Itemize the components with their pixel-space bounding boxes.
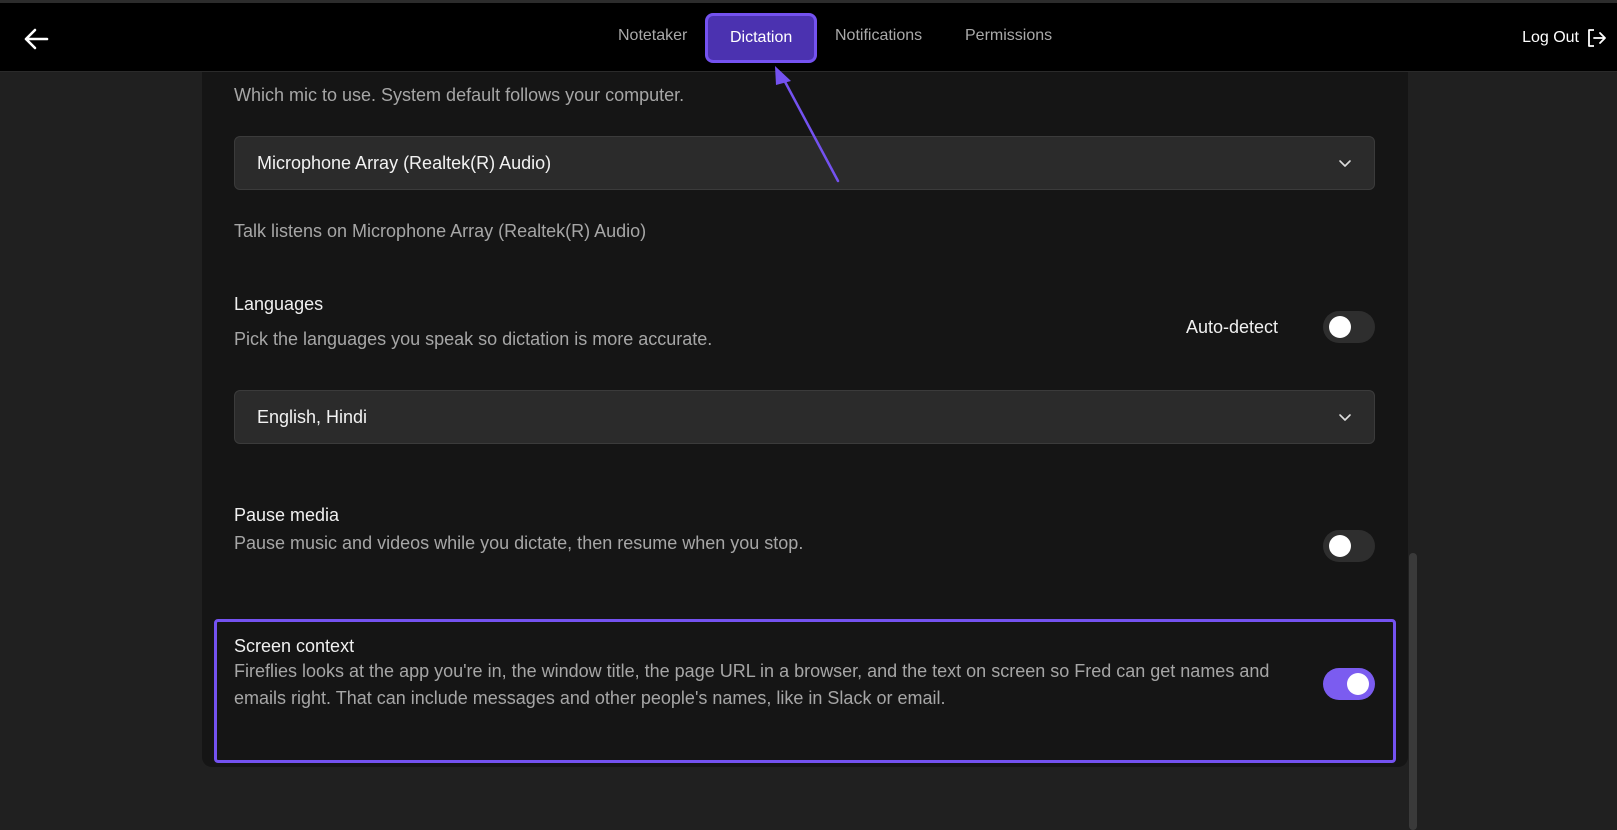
logout-label: Log Out xyxy=(1522,29,1579,46)
languages-title: Languages xyxy=(234,294,324,314)
languages-selected-value: English, Hindi xyxy=(257,406,368,427)
microphone-status-text: Talk listens on Microphone Array (Realte… xyxy=(234,221,647,241)
pause-media-description: Pause music and videos while you dictate… xyxy=(234,533,804,553)
logout-button[interactable]: Log Out xyxy=(1522,27,1607,49)
microphone-select[interactable]: Microphone Array (Realtek(R) Audio) xyxy=(234,136,1375,190)
pause-media-title: Pause media xyxy=(234,505,340,525)
tab-dictation[interactable]: Dictation xyxy=(708,16,815,60)
settings-scroll-area: Which mic to use. System default follows… xyxy=(0,72,1617,830)
languages-description: Pick the languages you speak so dictatio… xyxy=(234,329,713,349)
dictation-settings-panel: Which mic to use. System default follows… xyxy=(202,72,1408,767)
toggle-knob xyxy=(1347,673,1369,695)
scrollbar-thumb[interactable] xyxy=(1409,553,1417,830)
microphone-description: Which mic to use. System default follows… xyxy=(234,85,685,105)
toggle-knob xyxy=(1329,535,1351,557)
chevron-down-icon xyxy=(1339,414,1351,421)
tab-notetaker[interactable]: Notetaker xyxy=(618,27,687,45)
auto-detect-toggle[interactable] xyxy=(1323,311,1375,343)
microphone-selected-value: Microphone Array (Realtek(R) Audio) xyxy=(257,152,552,173)
screen-context-description: Fireflies looks at the app you're in, th… xyxy=(234,661,1270,708)
tab-notifications[interactable]: Notifications xyxy=(835,27,922,45)
top-nav-bar: Notetaker Dictation Notifications Permis… xyxy=(0,0,1617,72)
chevron-down-icon xyxy=(1339,160,1351,167)
tab-permissions[interactable]: Permissions xyxy=(965,27,1052,45)
toggle-knob xyxy=(1329,316,1351,338)
auto-detect-label: Auto-detect xyxy=(1186,317,1279,337)
screen-context-title: Screen context xyxy=(234,636,355,656)
logout-icon xyxy=(1588,29,1606,47)
pause-media-toggle[interactable] xyxy=(1323,530,1375,562)
settings-tabs: Notetaker Dictation Notifications Permis… xyxy=(0,3,1617,71)
languages-select[interactable]: English, Hindi xyxy=(234,390,1375,444)
screen-context-toggle[interactable] xyxy=(1323,668,1375,700)
